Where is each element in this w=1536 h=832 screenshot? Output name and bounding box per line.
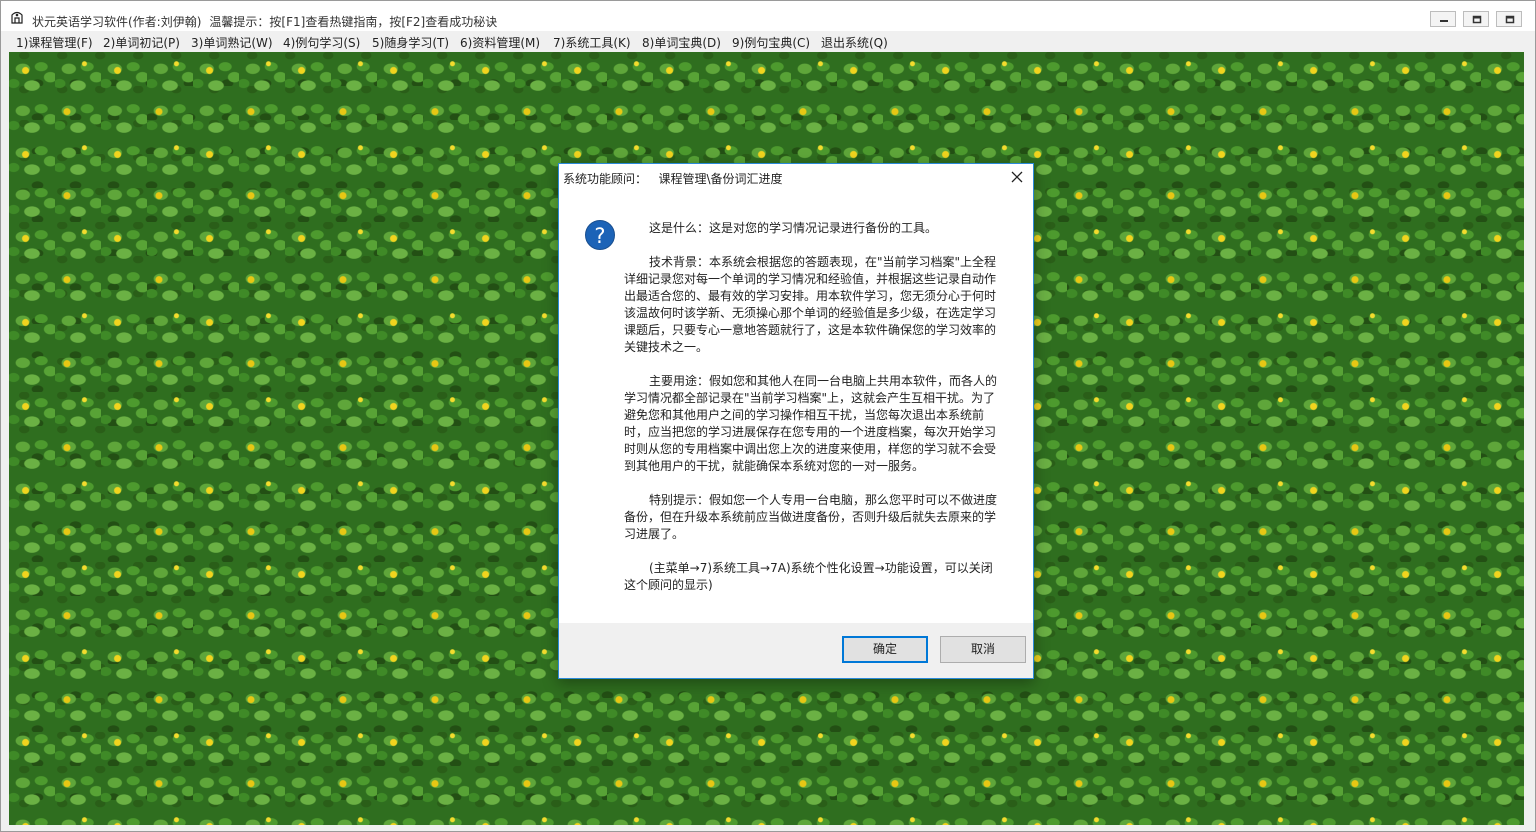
menu-word-familiarize[interactable]: 3)单词熟记(W) <box>191 34 273 51</box>
minimize-button[interactable] <box>1430 11 1456 27</box>
window-title: 状元英语学习软件(作者:刘伊翰) 温馨提示：按[F1]查看热键指南，按[F2]查看… <box>32 13 497 30</box>
menu-bar: 1)课程管理(F) 2)单词初记(P) 3)单词熟记(W) 4)例句学习(S) … <box>1 31 1535 52</box>
system-advisor-dialog: 系统功能顾问： 课程管理\备份词汇进度 ? 这是什么：这是对您的学习情况记录进行… <box>558 163 1034 679</box>
menu-system-tools[interactable]: 7)系统工具(K) <box>553 34 631 51</box>
dialog-paragraph-background: 技术背景：本系统会根据您的答题表现，在"当前学习档案"上全程详细记录您对每一个单… <box>624 255 997 354</box>
maximize-button[interactable] <box>1463 11 1489 27</box>
window-title-text: 状元英语学习软件(作者:刘伊翰) <box>32 15 202 29</box>
dialog-footer: 确定 取消 <box>559 623 1033 678</box>
menu-data-management[interactable]: 6)资料管理(M) <box>460 34 540 51</box>
question-icon: ? <box>585 220 615 250</box>
dialog-close-icon[interactable] <box>1009 169 1025 185</box>
dialog-title-path: 课程管理\备份词汇进度 <box>658 172 783 186</box>
title-bar[interactable]: 状元英语学习软件(作者:刘伊翰) 温馨提示：按[F1]查看热键指南，按[F2]查看… <box>1 1 1535 31</box>
dialog-paragraph-menu-path: (主菜单→7)系统工具→7A)系统个性化设置→功能设置，可以关闭这个顾问的显示) <box>624 561 993 592</box>
restore-icon <box>1472 15 1482 24</box>
dialog-paragraph-usage: 主要用途：假如您和其他人在同一台电脑上共用本软件，而各人的学习情况都全部记录在"… <box>624 374 998 473</box>
ok-button[interactable]: 确定 <box>842 636 928 663</box>
menu-portable-study[interactable]: 5)随身学习(T) <box>372 34 449 51</box>
dialog-title: 系统功能顾问： 课程管理\备份词汇进度 <box>563 170 783 187</box>
close-window-button[interactable] <box>1496 11 1522 27</box>
app-window: 状元英语学习软件(作者:刘伊翰) 温馨提示：按[F1]查看热键指南，按[F2]查看… <box>0 0 1536 832</box>
menu-course-management[interactable]: 1)课程管理(F) <box>16 34 93 51</box>
menu-word-dictionary[interactable]: 8)单词宝典(D) <box>642 34 721 51</box>
app-icon <box>11 11 23 24</box>
dialog-paragraph-special-note: 特别提示：假如您一个人专用一台电脑，那么您平时可以不做进度备份，但在升级本系统前… <box>624 493 998 541</box>
dialog-message: 这是什么：这是对您的学习情况记录进行备份的工具。 技术背景：本系统会根据您的答题… <box>624 220 999 611</box>
minimize-icon <box>1440 20 1448 22</box>
menu-sentence-dictionary[interactable]: 9)例句宝典(C) <box>732 34 810 51</box>
close-icon <box>1505 15 1515 24</box>
menu-word-first-memorize[interactable]: 2)单词初记(P) <box>103 34 180 51</box>
window-hint-text: 温馨提示：按[F1]查看热键指南，按[F2]查看成功秘诀 <box>209 15 498 29</box>
dialog-paragraph-what: 这是什么：这是对您的学习情况记录进行备份的工具。 <box>649 221 938 235</box>
dialog-title-prefix: 系统功能顾问： <box>563 172 648 186</box>
menu-sentence-study[interactable]: 4)例句学习(S) <box>283 34 360 51</box>
cancel-button[interactable]: 取消 <box>940 636 1026 663</box>
menu-exit-system[interactable]: 退出系统(Q) <box>821 34 888 51</box>
